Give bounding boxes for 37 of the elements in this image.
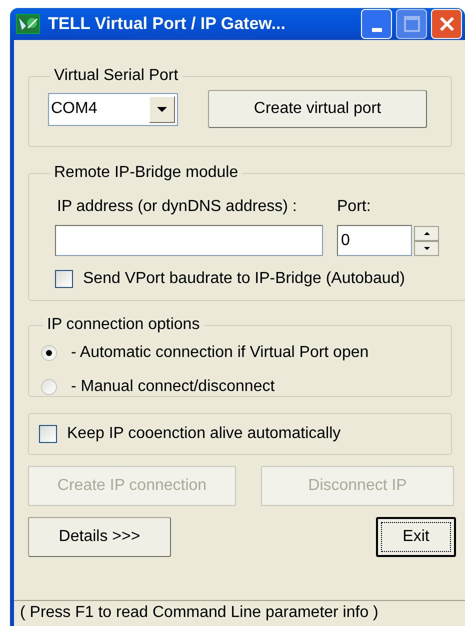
status-text: ( Press F1 to read Command Line parameter info )	[19, 604, 378, 621]
ip-address-field[interactable]	[55, 225, 323, 256]
radio-button[interactable]	[41, 379, 57, 395]
minimize-button[interactable]	[361, 9, 392, 39]
dropdown-value: COM4	[51, 99, 98, 119]
spin-up-button[interactable]	[414, 226, 439, 240]
port-field[interactable]: 0	[337, 225, 412, 256]
maximize-button[interactable]	[396, 9, 427, 39]
radio-dot-icon	[46, 350, 52, 356]
down-arrow-icon	[424, 246, 430, 250]
checkbox-label: Keep IP cooenction alive automatically	[67, 424, 341, 444]
radio-label: - Automatic connection if Virtual Port open	[71, 343, 369, 363]
port-dropdown[interactable]: COM4	[48, 92, 178, 126]
checkbox-label: Send VPort baudrate to IP-Bridge (Autobaud)	[83, 269, 405, 289]
group-label: IP connection options	[46, 315, 201, 335]
field-label: IP address (or dynDNS address) :	[56, 197, 298, 217]
radio-button[interactable]	[41, 345, 57, 361]
dropdown-arrow-button[interactable]	[149, 96, 175, 122]
window-title: TELL Virtual Port / IP Gatew...	[48, 13, 286, 36]
close-icon	[438, 16, 454, 32]
up-arrow-icon	[424, 232, 430, 234]
field-value: 0	[341, 230, 350, 250]
dialog-button[interactable]: Details >>>	[28, 517, 171, 557]
app-icon	[16, 14, 40, 34]
minimize-icon	[372, 28, 382, 32]
close-button[interactable]	[431, 9, 462, 39]
group-label: Remote IP-Bridge module	[53, 163, 240, 183]
caret-icon	[157, 106, 167, 112]
checkbox[interactable]	[39, 425, 57, 443]
field-label: Port:	[337, 197, 371, 217]
spin-down-button[interactable]	[414, 240, 439, 256]
radio-label: - Manual connect/disconnect	[71, 377, 275, 397]
dialog-button[interactable]: Exit	[376, 517, 456, 557]
group-label: Virtual Serial Port	[53, 66, 180, 86]
checkbox[interactable]	[55, 270, 73, 288]
create-virtual-port-button[interactable]: Create virtual port	[208, 90, 427, 128]
maximize-icon	[404, 16, 420, 32]
